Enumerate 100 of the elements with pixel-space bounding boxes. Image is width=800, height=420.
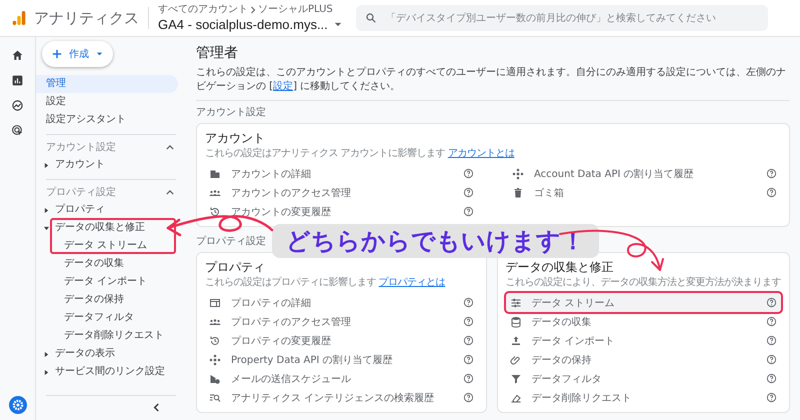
triangle-icon bbox=[44, 208, 49, 212]
triangle-icon bbox=[44, 370, 49, 374]
stream-icon bbox=[510, 296, 522, 308]
settings-item[interactable]: アカウントのアクセス管理 bbox=[205, 183, 478, 202]
search-list-icon bbox=[209, 392, 221, 404]
chevron-icon bbox=[166, 144, 174, 150]
help-icon[interactable] bbox=[462, 335, 474, 346]
nav-item[interactable]: 管理 bbox=[36, 75, 178, 93]
help-link[interactable]: プロパティとは bbox=[378, 277, 446, 288]
nav-group-item[interactable]: プロパティ bbox=[36, 201, 178, 219]
card-description: これらの設定はプロパティに影響します プロパティとは bbox=[205, 276, 446, 290]
nodes-icon bbox=[512, 168, 524, 180]
nav-item[interactable]: データ インポート bbox=[36, 273, 178, 291]
settings-icon[interactable] bbox=[8, 396, 26, 414]
nav-item[interactable]: データの保持 bbox=[36, 291, 178, 309]
history-icon bbox=[209, 206, 221, 218]
help-icon[interactable] bbox=[462, 392, 474, 403]
target-icon[interactable] bbox=[11, 124, 24, 137]
settings-item[interactable]: データの保持 bbox=[506, 350, 781, 369]
chevron-right-icon bbox=[250, 6, 256, 14]
settings-item[interactable]: アカウントの変更履歴 bbox=[205, 202, 478, 221]
help-icon[interactable] bbox=[766, 187, 777, 198]
nav-item[interactable]: データの収集 bbox=[36, 255, 178, 273]
chevron-left-icon[interactable] bbox=[153, 403, 160, 412]
settings-item[interactable]: プロパティの詳細 bbox=[205, 293, 478, 312]
card-title: プロパティ bbox=[205, 259, 266, 276]
help-icon[interactable] bbox=[766, 373, 777, 384]
help-icon[interactable] bbox=[463, 187, 474, 198]
triangle-icon bbox=[44, 226, 49, 230]
settings-link[interactable]: 設定 bbox=[273, 81, 294, 92]
section-header[interactable]: プロパティ設定 bbox=[36, 183, 186, 201]
nav-group-item[interactable]: データの表示 bbox=[36, 345, 178, 363]
bar-chart-icon[interactable] bbox=[11, 74, 24, 87]
search-icon bbox=[364, 12, 377, 24]
triangle-icon bbox=[44, 162, 49, 168]
settings-item[interactable]: プロパティのアクセス管理 bbox=[205, 312, 478, 331]
help-icon[interactable] bbox=[462, 373, 474, 384]
search-field[interactable]: 「デバイスタイプ別ユーザー数の前月比の伸び」と検索してみてください bbox=[356, 5, 768, 31]
settings-item[interactable]: データ削除リクエスト bbox=[506, 388, 781, 407]
help-icon[interactable] bbox=[462, 297, 474, 308]
clip-icon bbox=[510, 354, 522, 366]
explore-icon[interactable] bbox=[11, 99, 24, 112]
database-icon bbox=[510, 316, 522, 328]
nav-item[interactable]: データ削除リクエスト bbox=[36, 327, 178, 345]
nav-group-item[interactable]: データの収集と修正 bbox=[36, 219, 178, 237]
nodes-icon bbox=[209, 354, 221, 366]
caret-icon bbox=[96, 52, 103, 56]
help-icon[interactable] bbox=[462, 354, 474, 365]
upload-icon bbox=[510, 334, 522, 346]
filter-icon bbox=[510, 372, 522, 384]
card-description: これらの設定はアナリティクス アカウントに影響します アカウントとは bbox=[205, 147, 516, 161]
section-header[interactable]: アカウント設定 bbox=[36, 138, 186, 156]
plus-icon bbox=[52, 49, 62, 59]
window-icon bbox=[209, 296, 221, 308]
help-icon[interactable] bbox=[766, 297, 777, 308]
settings-item[interactable]: ゴミ箱 bbox=[508, 183, 781, 202]
card-description: これらの設定により、データの収集方法と変更方法が決まります bbox=[506, 276, 781, 290]
help-icon[interactable] bbox=[463, 206, 474, 217]
property-selector[interactable]: GA4 - socialplus-demo.mys... bbox=[158, 16, 328, 32]
help-icon[interactable] bbox=[766, 392, 777, 403]
nav-item[interactable]: データフィルタ bbox=[36, 309, 178, 327]
help-icon[interactable] bbox=[766, 354, 777, 365]
nav-item[interactable]: 設定 bbox=[36, 93, 178, 111]
app-name: アナリティクス bbox=[34, 8, 139, 28]
settings-item[interactable]: Property Data API の割り当て履歴 bbox=[205, 350, 478, 369]
settings-item[interactable]: アカウントの詳細 bbox=[205, 164, 478, 183]
section-label: アカウント設定 bbox=[196, 106, 266, 119]
nav-group-item[interactable]: サービス間のリンク設定 bbox=[36, 363, 178, 381]
help-icon[interactable] bbox=[462, 316, 474, 327]
card-title: データの収集と修正 bbox=[506, 259, 614, 276]
section-label: プロパティ設定 bbox=[196, 235, 266, 248]
caret-icon[interactable] bbox=[334, 22, 342, 26]
settings-item[interactable]: データ ストリーム bbox=[506, 293, 781, 312]
help-icon[interactable] bbox=[766, 335, 777, 346]
settings-item[interactable]: アナリティクス インテリジェンスの検索履歴 bbox=[205, 388, 478, 407]
breadcrumb-link[interactable]: ソーシャルPLUS bbox=[258, 4, 333, 16]
page-title: 管理者 bbox=[196, 44, 239, 63]
analytics-logo-icon bbox=[12, 10, 26, 26]
settings-item[interactable]: データの収集 bbox=[506, 312, 781, 331]
help-icon[interactable] bbox=[766, 168, 777, 179]
home-icon[interactable] bbox=[11, 49, 24, 62]
settings-item[interactable]: Account Data API の割り当て履歴 bbox=[508, 164, 781, 183]
settings-item[interactable]: プロパティの変更履歴 bbox=[205, 331, 478, 350]
breadcrumb-link[interactable]: すべてのアカウント bbox=[158, 4, 248, 16]
nav-group-item[interactable]: アカウント bbox=[36, 156, 178, 174]
settings-item[interactable]: データ インポート bbox=[506, 331, 781, 350]
chevron-icon bbox=[166, 190, 174, 194]
help-link[interactable]: アカウントとは bbox=[448, 148, 514, 159]
triangle-icon bbox=[44, 352, 49, 356]
help-icon[interactable] bbox=[766, 316, 777, 327]
nav-item[interactable]: 設定アシスタント bbox=[36, 111, 178, 129]
trash-icon bbox=[512, 186, 524, 198]
description-text: これらの設定は、このアカウントとプロパティのすべてのユーザーに適用されます。自分にのみ適用する設定については、左側のナビゲーションの [設定] に移動してください。 bbox=[196, 66, 787, 94]
settings-item[interactable]: メールの送信スケジュール bbox=[205, 369, 478, 388]
card-title: アカウント bbox=[205, 130, 266, 147]
nav-item[interactable]: データ ストリーム bbox=[36, 237, 178, 255]
help-icon[interactable] bbox=[463, 168, 474, 179]
create-button[interactable]: 作成 bbox=[42, 41, 113, 67]
settings-item[interactable]: データフィルタ bbox=[506, 369, 781, 388]
history-icon bbox=[209, 334, 221, 346]
